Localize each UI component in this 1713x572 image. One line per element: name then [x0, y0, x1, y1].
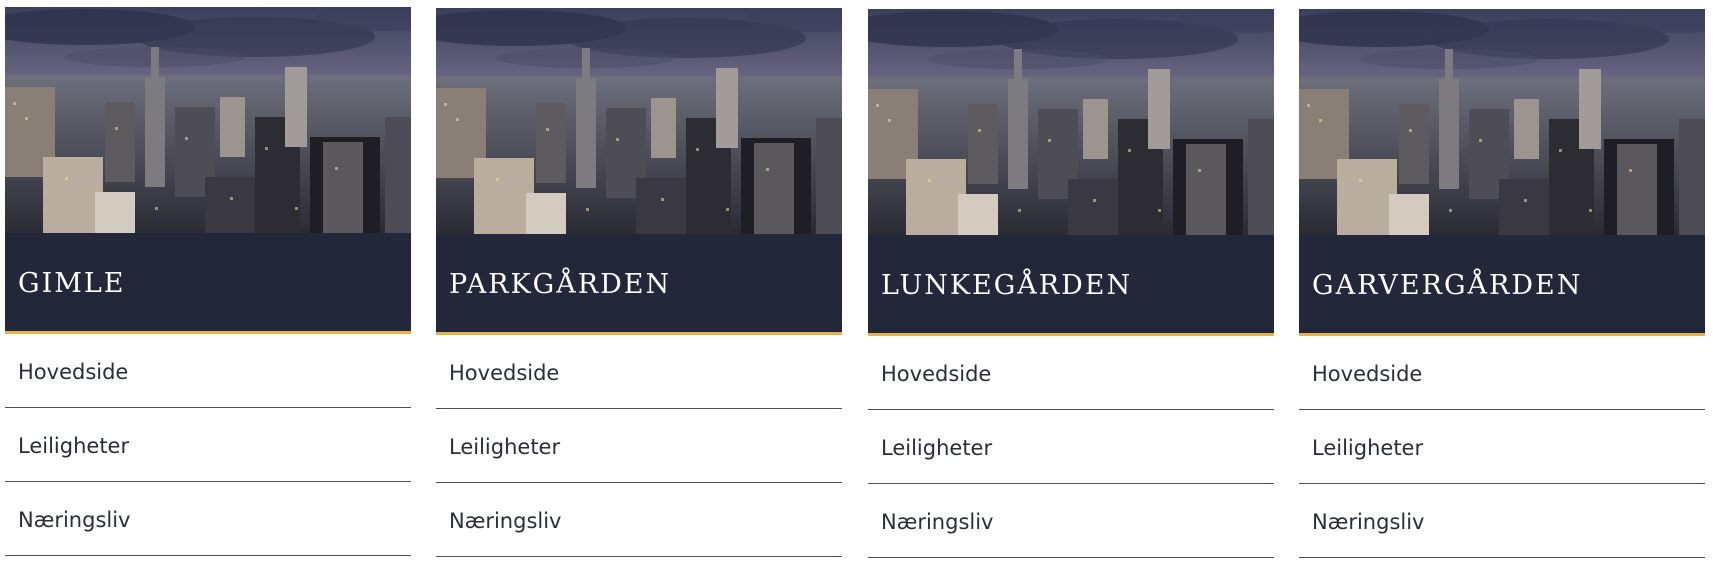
nav-link[interactable]: Leiligheter	[1299, 410, 1705, 484]
card-title-bar[interactable]: GIMLE	[5, 233, 411, 334]
nav-link[interactable]: Næringsliv	[868, 484, 1274, 558]
nav-link[interactable]: Leiligheter	[5, 408, 411, 482]
city-skyline-image[interactable]	[5, 7, 411, 233]
card-title-bar[interactable]: GARVERGÅRDEN	[1299, 235, 1705, 336]
nav-link[interactable]: Næringsliv	[436, 483, 842, 557]
card-title[interactable]: GIMLE	[5, 268, 126, 299]
nav-link-label[interactable]: Næringsliv	[868, 508, 993, 534]
nav-link-label[interactable]: Hovedside	[5, 358, 128, 384]
property-card: PARKGÅRDEN Hovedside Leiligheter Næringsliv	[436, 8, 842, 557]
nav-link-label[interactable]: Næringsliv	[436, 507, 561, 533]
nav-link[interactable]: Hovedside	[1299, 336, 1705, 410]
nav-link-label[interactable]: Leiligheter	[5, 432, 129, 458]
nav-link[interactable]: Hovedside	[5, 334, 411, 408]
city-skyline-image[interactable]	[868, 9, 1274, 235]
property-card: LUNKEGÅRDEN Hovedside Leiligheter Næringsli…	[868, 9, 1274, 558]
nav-link-label[interactable]: Næringsliv	[5, 506, 130, 532]
nav-link[interactable]: Næringsliv	[5, 482, 411, 556]
nav-link-label[interactable]: Næringsliv	[1299, 508, 1424, 534]
card-title[interactable]: LUNKEGÅRDEN	[868, 270, 1132, 301]
city-skyline-image[interactable]	[436, 8, 842, 234]
nav-link-label[interactable]: Hovedside	[868, 360, 991, 386]
city-skyline-image[interactable]	[1299, 9, 1705, 235]
card-title-bar[interactable]: PARKGÅRDEN	[436, 234, 842, 335]
nav-link[interactable]: Leiligheter	[436, 409, 842, 483]
property-card: GARVERGÅRDEN Hovedside Leiligheter Næringsl…	[1299, 9, 1705, 558]
nav-link-label[interactable]: Hovedside	[436, 359, 559, 385]
card-title[interactable]: PARKGÅRDEN	[436, 269, 671, 300]
card-title-bar[interactable]: LUNKEGÅRDEN	[868, 235, 1274, 336]
nav-link-label[interactable]: Leiligheter	[436, 433, 560, 459]
property-card: GIMLE Hovedside Leiligheter Næringsliv	[5, 7, 411, 556]
nav-link[interactable]: Næringsliv	[1299, 484, 1705, 558]
nav-link-label[interactable]: Leiligheter	[868, 434, 992, 460]
nav-link-label[interactable]: Leiligheter	[1299, 434, 1423, 460]
nav-link[interactable]: Leiligheter	[868, 410, 1274, 484]
card-title[interactable]: GARVERGÅRDEN	[1299, 270, 1582, 301]
nav-link[interactable]: Hovedside	[436, 335, 842, 409]
nav-link[interactable]: Hovedside	[868, 336, 1274, 410]
nav-link-label[interactable]: Hovedside	[1299, 360, 1422, 386]
